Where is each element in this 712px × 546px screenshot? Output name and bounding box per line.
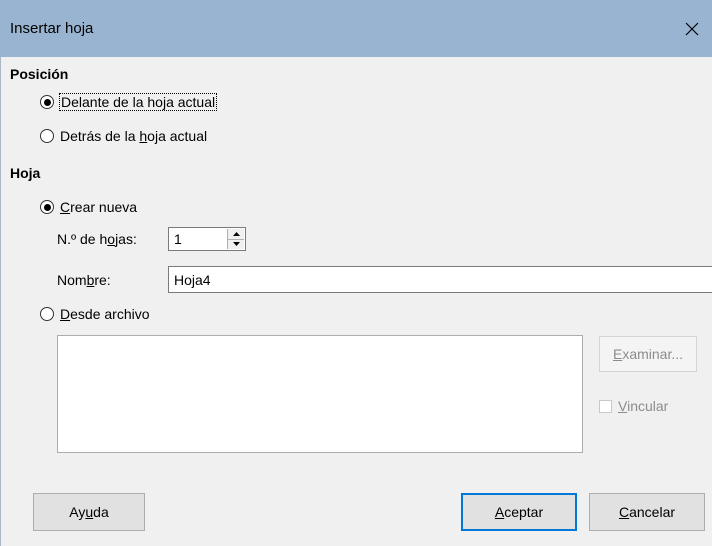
radio-label-from-file: Desde archivo: [60, 306, 150, 322]
dialog-titlebar: Insertar hoja: [0, 0, 712, 57]
file-sheets-list[interactable]: [57, 335, 583, 453]
position-heading: Posición: [10, 66, 69, 82]
radio-selected-dot: [43, 203, 51, 211]
browse-button[interactable]: Examinar...: [599, 336, 697, 372]
sheet-name-input[interactable]: Hoja4: [168, 266, 712, 293]
spin-buttons: [227, 229, 244, 249]
radio-label-create-new: Crear nueva: [60, 199, 138, 215]
sheet-count-value: 1: [174, 231, 182, 247]
sheet-name-label: Nombre:: [57, 272, 111, 288]
ok-button-label: Aceptar: [494, 504, 544, 520]
link-checkbox-label: Vincular: [618, 398, 669, 414]
close-button[interactable]: [672, 0, 712, 57]
link-checkbox[interactable]: [599, 399, 612, 413]
dialog-title: Insertar hoja: [10, 20, 94, 37]
link-checkbox-row[interactable]: Vincular: [599, 398, 668, 414]
radio-after-current-sheet[interactable]: Detrás de la hoja actual: [40, 126, 207, 146]
sheet-count-label: N.º de hojas:: [57, 231, 137, 247]
radio-button[interactable]: [40, 200, 54, 214]
cancel-button[interactable]: Cancelar: [589, 493, 705, 531]
radio-before-current-sheet[interactable]: Delante de la hoja actual: [40, 92, 218, 112]
radio-selected-dot: [43, 98, 51, 106]
chevron-down-icon: [232, 242, 240, 247]
cancel-button-label: Cancelar: [618, 504, 676, 520]
radio-from-file[interactable]: Desde archivo: [40, 304, 150, 324]
close-icon: [685, 22, 699, 35]
dialog-border: [0, 57, 1, 546]
chevron-up-icon: [232, 231, 240, 236]
browse-button-label: Examinar...: [612, 346, 684, 362]
sheet-count-spinbox[interactable]: 1: [168, 227, 246, 251]
radio-label-after: Detrás de la hoja actual: [60, 128, 208, 144]
ok-button[interactable]: Aceptar: [461, 493, 577, 531]
help-button-label: Ayuda: [69, 504, 109, 520]
radio-create-new[interactable]: Crear nueva: [40, 197, 137, 217]
spin-down-button[interactable]: [228, 239, 244, 249]
radio-button[interactable]: [40, 307, 54, 321]
radio-button[interactable]: [40, 95, 54, 109]
spin-up-button[interactable]: [228, 229, 244, 240]
radio-button[interactable]: [40, 129, 54, 143]
help-button[interactable]: Ayuda: [33, 493, 145, 531]
radio-label-before: Delante de la hoja actual: [58, 93, 218, 111]
sheet-heading: Hoja: [10, 165, 41, 181]
sheet-name-value: Hoja4: [174, 272, 211, 288]
